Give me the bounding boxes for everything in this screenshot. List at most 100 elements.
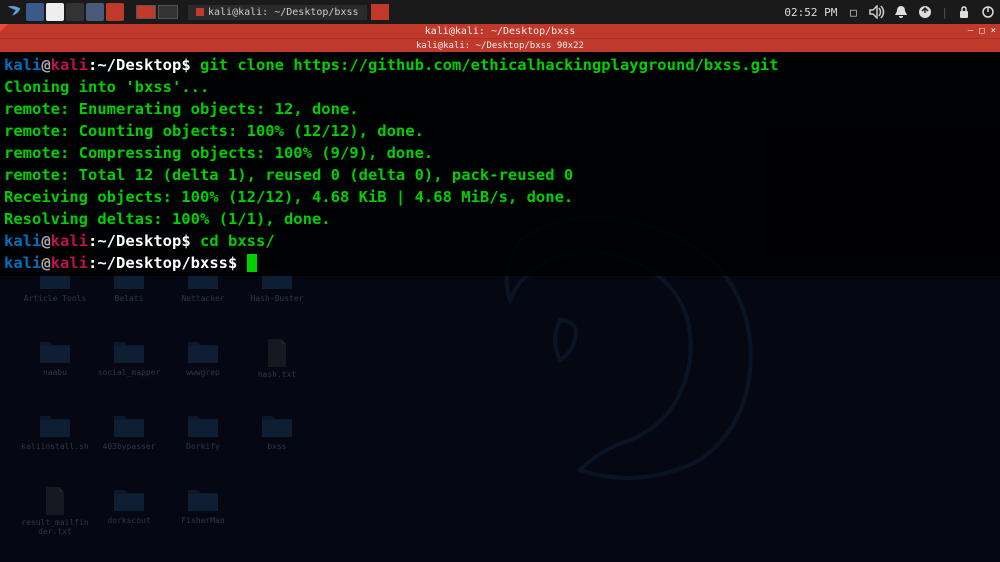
folder-icon [260,412,294,440]
minimize-button[interactable]: — [968,26,973,36]
prompt-user: kali [4,232,41,250]
cursor [247,254,257,272]
taskbar-app-terminal[interactable]: kali@kali: ~/Desktop/bxss [188,5,367,20]
taskbar-app-indicator[interactable] [371,4,389,20]
window-titlebar[interactable]: kali@kali: ~/Desktop/bxss — □ × [0,24,1000,38]
resize-handle[interactable] [0,24,8,32]
command-text [237,254,246,272]
icon-label: Nettacker [181,294,224,303]
prompt-user: kali [4,254,41,272]
desktop-icon[interactable]: kaliinstall.sh [18,412,92,486]
output-line: remote: [4,144,79,162]
prompt-path: ~/Desktop [97,232,181,250]
icon-label: hash.txt [258,370,297,379]
icon-label: 403bypasser [103,442,156,451]
updates-icon[interactable] [917,4,933,20]
icon-label: social_mapper [98,368,161,377]
tray-square-icon[interactable]: □ [845,4,861,20]
taskbar-pinned-app[interactable] [106,3,124,21]
icon-label: FisherMan [181,516,224,525]
prompt-colon: : [88,254,97,272]
output-line: Total 12 (delta 1), reused 0 (delta 0), … [79,166,574,184]
file-icon [265,338,289,368]
command-text: git clone https://github.com/ethicalhack… [191,56,779,74]
icon-label: Dorkify [186,442,220,451]
folder-icon [112,412,146,440]
output-line: Resolving deltas: 100% (1/1), done. [4,210,331,228]
terminal-tab[interactable]: kali@kali: ~/Desktop/bxss 90x22 [0,38,1000,52]
workspace-1[interactable] [136,5,156,19]
clock[interactable]: 02:52 PM [784,6,837,19]
output-line: remote: [4,100,79,118]
output-line: Counting objects: 100% (12/12), done. [79,122,424,140]
icon-label: wwwgrep [186,368,220,377]
icon-label: Hash-Buster [251,294,304,303]
prompt-host: kali [51,254,88,272]
terminal-tab-label: kali@kali: ~/Desktop/bxss 90x22 [416,41,584,51]
prompt-host: kali [51,232,88,250]
desktop-icon[interactable]: Dorkify [166,412,240,486]
maximize-button[interactable]: □ [979,26,984,36]
folder-icon [112,486,146,514]
prompt-path: ~/Desktop [97,56,181,74]
prompt-path: ~/Desktop/bxss [97,254,228,272]
output-line: remote: [4,122,79,140]
desktop-icon[interactable]: social_mapper [92,338,166,412]
desktop-icon[interactable]: bxss [240,412,314,486]
close-button[interactable]: × [991,26,996,36]
output-line: Compressing objects: 100% (9/9), done. [79,144,434,162]
workspace-switcher[interactable] [136,5,178,19]
prompt-host: kali [51,56,88,74]
folder-icon [186,338,220,366]
taskbar: kali@kali: ~/Desktop/bxss 02:52 PM □ | [0,0,1000,24]
prompt-colon: : [88,56,97,74]
icon-label: Article Tools [24,294,87,303]
terminal-body[interactable]: kali@kali:~/Desktop$ git clone https://g… [0,52,1000,276]
window-title: kali@kali: ~/Desktop/bxss [425,26,576,37]
output-line: remote: [4,166,79,184]
prompt-user: kali [4,56,41,74]
file-icon [43,486,67,516]
icon-label: Belati [115,294,144,303]
volume-icon[interactable] [869,4,885,20]
command-text: cd bxss/ [191,232,275,250]
icon-label: naabu [43,368,67,377]
desktop-icon[interactable]: 403bypasser [92,412,166,486]
icon-label: dorkscout [107,516,150,525]
output-line: Enumerating objects: 12, done. [79,100,359,118]
prompt-colon: : [88,232,97,250]
desktop-icon[interactable]: naabu [18,338,92,412]
icon-label: kaliinstall.sh [21,442,88,451]
workspace-2[interactable] [158,5,178,19]
folder-icon [186,412,220,440]
terminal-window: kali@kali: ~/Desktop/bxss — □ × kali@kal… [0,24,1000,276]
lock-icon[interactable] [956,4,972,20]
folder-icon [38,412,72,440]
desktop-icon[interactable]: hash.txt [240,338,314,412]
prompt-at: @ [41,56,50,74]
prompt-dollar: $ [228,254,237,272]
prompt-dollar: $ [181,232,190,250]
desktop-icon[interactable]: wwwgrep [166,338,240,412]
taskbar-app-title: kali@kali: ~/Desktop/bxss [208,7,359,18]
desktop-icon[interactable]: result_mailfinder.txt [18,486,92,560]
folder-icon [186,486,220,514]
desktop-icon[interactable]: dorkscout [92,486,166,560]
icon-label: result_mailfinder.txt [20,518,90,536]
icon-label: bxss [267,442,286,451]
taskbar-pinned-app[interactable] [66,3,84,21]
folder-icon [112,338,146,366]
taskbar-pinned-app[interactable] [46,3,64,21]
output-line: Cloning into 'bxss'... [4,78,209,96]
prompt-dollar: $ [181,56,190,74]
power-icon[interactable] [980,4,996,20]
folder-icon [38,338,72,366]
notifications-icon[interactable] [893,4,909,20]
desktop-icon[interactable]: FisherMan [166,486,240,560]
kali-menu-icon[interactable] [4,2,24,22]
prompt-at: @ [41,232,50,250]
prompt-at: @ [41,254,50,272]
output-line: Receiving objects: 100% (12/12), 4.68 Ki… [4,188,573,206]
taskbar-pinned-app[interactable] [26,3,44,21]
taskbar-pinned-app[interactable] [86,3,104,21]
